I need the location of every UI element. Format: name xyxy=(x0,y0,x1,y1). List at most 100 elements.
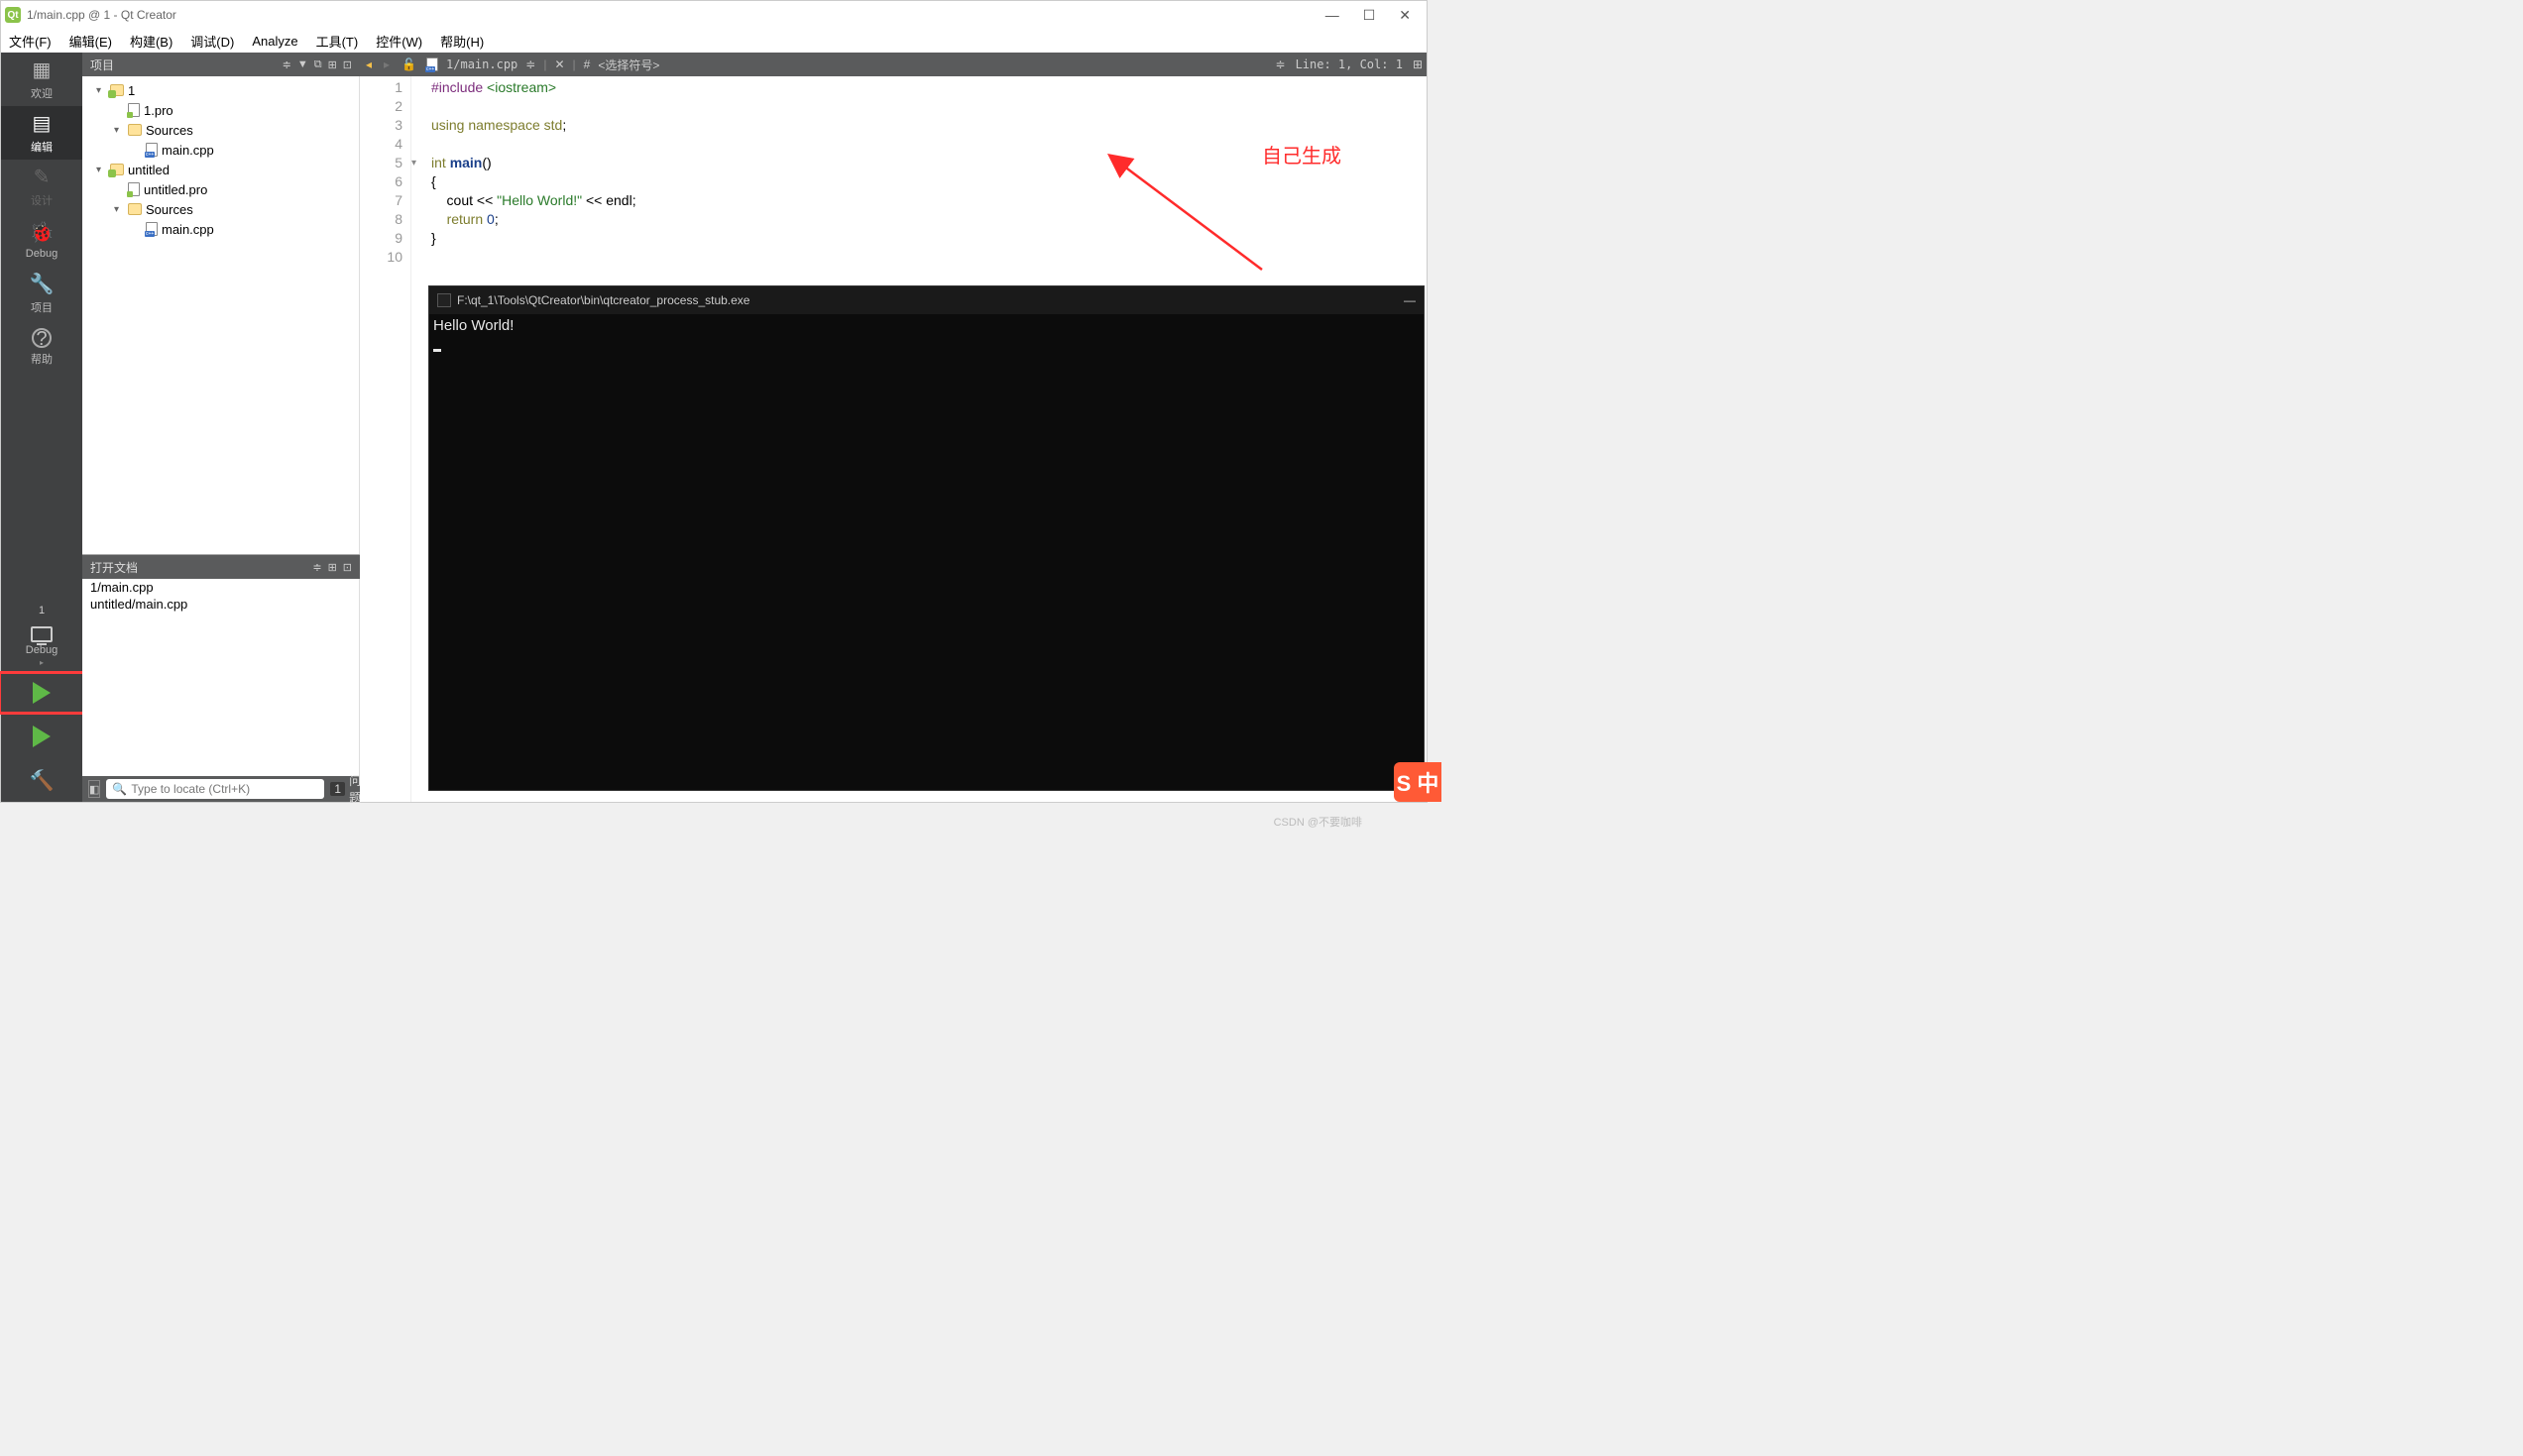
run-debug-button[interactable] xyxy=(1,715,82,758)
mode-design-label: 设计 xyxy=(31,192,53,208)
bottom-bar: ◧ 🔍 Type to locate (Ctrl+K) 1 问题 xyxy=(82,776,360,802)
toggle-sidebar-button[interactable]: ◧ xyxy=(88,780,100,798)
tree-item[interactable]: 1.pro xyxy=(82,100,359,120)
cpp-file-icon xyxy=(146,222,158,236)
tree-item[interactable]: untitled.pro xyxy=(82,179,359,199)
pro-file-icon xyxy=(128,182,140,196)
search-icon: 🔍 xyxy=(112,782,127,796)
bug-icon: 🐞 xyxy=(30,220,55,245)
open-documents-list: 1/main.cpp untitled/main.cpp xyxy=(82,579,360,776)
tree-item[interactable]: ▾Sources xyxy=(82,120,359,140)
issues-button[interactable]: 1 问题 xyxy=(330,772,361,806)
split-icon[interactable]: ⊞ xyxy=(328,561,337,574)
console-titlebar[interactable]: F:\qt_1\Tools\QtCreator\bin\qtcreator_pr… xyxy=(429,286,1424,314)
panel-close-icon[interactable]: ⊡ xyxy=(343,58,352,71)
question-icon: ? xyxy=(32,328,52,348)
mode-edit-label: 编辑 xyxy=(31,139,53,155)
editor-toolbar: ◂ ▸ 🔓 1/main.cpp ≑ | ✕ | # <选择符号> ≑ Line… xyxy=(360,53,1427,76)
mode-design: ✎ 设计 xyxy=(1,160,82,213)
console-icon xyxy=(437,293,451,307)
menu-analyze[interactable]: Analyze xyxy=(252,34,297,49)
kit-selector[interactable]: Debug ▸ xyxy=(26,622,57,671)
tree-item[interactable]: ▾untitled xyxy=(82,160,359,179)
pro-file-icon xyxy=(128,103,140,117)
mode-projects[interactable]: 🔧 项目 xyxy=(1,267,82,320)
menu-edit[interactable]: 编辑(E) xyxy=(69,32,112,51)
mode-debug-label: Debug xyxy=(26,248,57,260)
titlebar: Qt 1/main.cpp @ 1 - Qt Creator — ☐ ✕ xyxy=(1,1,1427,29)
menu-widgets[interactable]: 控件(W) xyxy=(376,32,422,51)
console-cursor xyxy=(433,349,441,352)
mode-welcome[interactable]: ▦ 欢迎 xyxy=(1,53,82,106)
fold-gutter: ▾ xyxy=(411,76,425,802)
kit-project-label: 1 xyxy=(1,599,82,622)
console-window: F:\qt_1\Tools\QtCreator\bin\qtcreator_pr… xyxy=(428,285,1425,791)
menu-build[interactable]: 构建(B) xyxy=(130,32,172,51)
tree-item[interactable]: ▾1 xyxy=(82,80,359,100)
editor-close-button[interactable]: ✕ xyxy=(554,57,564,71)
filter-icon[interactable]: ▼ xyxy=(297,58,308,70)
editor-split-button[interactable]: ⊞ xyxy=(1413,57,1423,71)
locator-input[interactable]: 🔍 Type to locate (Ctrl+K) xyxy=(106,779,324,799)
dropdown-icon[interactable]: ≑ xyxy=(312,561,321,574)
opendocs-panel-title: 打开文档 xyxy=(90,559,306,576)
nav-forward-button[interactable]: ▸ xyxy=(382,57,392,71)
panel-close-icon[interactable]: ⊡ xyxy=(343,561,352,574)
wrench-icon: 🔧 xyxy=(30,272,55,296)
symbol-selector[interactable]: <选择符号> xyxy=(598,56,659,73)
console-output-text: Hello World! xyxy=(433,317,514,334)
project-tree: ▾11.pro▾Sourcesmain.cpp▾untitleduntitled… xyxy=(82,76,360,554)
line-col-indicator[interactable]: Line: 1, Col: 1 xyxy=(1296,57,1403,71)
editor-filename[interactable]: 1/main.cpp xyxy=(446,57,517,71)
menu-tools[interactable]: 工具(T) xyxy=(316,32,359,51)
watermark: CSDN @不要咖啡 xyxy=(1274,814,1362,830)
minimize-button[interactable]: — xyxy=(1325,7,1339,24)
dropdown-icon[interactable]: ≑ xyxy=(283,58,291,71)
lock-icon[interactable]: 🔓 xyxy=(400,57,418,71)
opendoc-item[interactable]: untitled/main.cpp xyxy=(82,596,359,613)
tree-item[interactable]: main.cpp xyxy=(82,140,359,160)
maximize-button[interactable]: ☐ xyxy=(1363,7,1376,24)
link-icon[interactable]: ⧉ xyxy=(314,58,322,71)
tree-item-label: main.cpp xyxy=(162,143,214,158)
menu-file[interactable]: 文件(F) xyxy=(9,32,52,51)
tree-item-label: untitled.pro xyxy=(144,182,207,197)
symbol-dropdown-icon[interactable]: ≑ xyxy=(1276,57,1286,71)
tree-item[interactable]: main.cpp xyxy=(82,219,359,239)
console-minimize-button[interactable]: — xyxy=(1404,293,1416,307)
grid-icon: ▦ xyxy=(33,57,52,82)
play-debug-icon xyxy=(33,726,51,747)
console-output: Hello World! xyxy=(429,314,1424,790)
tree-item[interactable]: ▾Sources xyxy=(82,199,359,219)
file-dropdown-icon[interactable]: ≑ xyxy=(525,57,535,71)
nav-back-button[interactable]: ◂ xyxy=(364,57,374,71)
opendoc-item[interactable]: 1/main.cpp xyxy=(82,579,359,596)
mode-help[interactable]: ? 帮助 xyxy=(1,320,82,374)
open-documents-panel: 打开文档 ≑ ⊞ ⊡ 1/main.cpp untitled/main.cpp xyxy=(82,554,360,776)
project-folder-icon xyxy=(110,84,124,96)
run-button[interactable] xyxy=(0,671,85,715)
cpp-file-icon xyxy=(146,143,158,157)
build-button[interactable]: 🔨 xyxy=(1,758,82,802)
cpp-file-icon xyxy=(426,57,438,71)
close-button[interactable]: ✕ xyxy=(1399,7,1411,24)
locator-placeholder: Type to locate (Ctrl+K) xyxy=(131,782,250,796)
sogou-ime-icon[interactable]: S 中 xyxy=(1394,762,1441,802)
tree-item-label: 1.pro xyxy=(144,103,173,118)
menu-debug[interactable]: 调试(D) xyxy=(190,32,234,51)
mode-edit[interactable]: ▤ 编辑 xyxy=(1,106,82,160)
opendocs-panel-header: 打开文档 ≑ ⊞ ⊡ xyxy=(82,555,360,579)
qt-icon: Qt xyxy=(5,7,21,23)
console-title-text: F:\qt_1\Tools\QtCreator\bin\qtcreator_pr… xyxy=(457,293,749,307)
symbol-hash: # xyxy=(584,57,591,71)
split-icon[interactable]: ⊞ xyxy=(328,58,337,71)
tree-item-label: Sources xyxy=(146,123,193,138)
folder-icon xyxy=(128,124,142,136)
menu-help[interactable]: 帮助(H) xyxy=(440,32,484,51)
tree-item-label: Sources xyxy=(146,202,193,217)
side-panel: 项目 ≑ ▼ ⧉ ⊞ ⊡ ▾11.pro▾Sourcesmain.cpp▾unt… xyxy=(82,53,360,802)
tree-item-label: 1 xyxy=(128,83,135,98)
play-icon xyxy=(33,682,51,704)
mode-debug[interactable]: 🐞 Debug xyxy=(1,213,82,267)
annotation-text: 自己生成 xyxy=(1262,148,1341,167)
